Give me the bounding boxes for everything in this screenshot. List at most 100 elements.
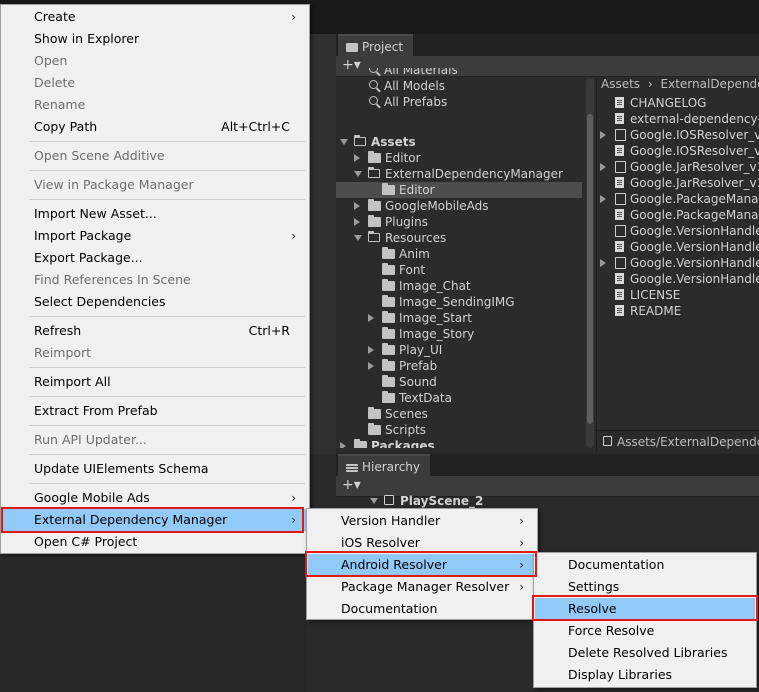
file-list-item[interactable]: Google.PackageManag — [597, 207, 759, 223]
file-list-item[interactable]: Google.PackageManag — [597, 191, 759, 207]
file-list-item[interactable]: Google.IOSResolver_v1 — [597, 143, 759, 159]
main-menu-item-extract-from-prefab[interactable]: Extract From Prefab — [2, 400, 308, 422]
folder-tree-item[interactable]: Anim — [336, 246, 582, 262]
folder-tree-item[interactable]: Image_Story — [336, 326, 582, 342]
android-menu-item-documentation[interactable]: Documentation — [535, 554, 755, 576]
folder-tree-item[interactable]: Font — [336, 262, 582, 278]
file-list-item[interactable]: Google.VersionHandler — [597, 223, 759, 239]
folder-tree-item[interactable]: Image_SendingIMG — [336, 294, 582, 310]
main-menu-item-select-dependencies[interactable]: Select Dependencies — [2, 291, 308, 313]
main-menu-item-create[interactable]: Create › — [2, 6, 308, 28]
folder-tree-item[interactable]: Play_UI — [336, 342, 582, 358]
folder-tree-item[interactable]: Editor — [336, 182, 582, 198]
expand-right-icon[interactable] — [600, 163, 606, 171]
folder-icon — [382, 359, 395, 371]
folder-label: Font — [399, 263, 426, 277]
folder-tree-item[interactable]: Packages — [336, 438, 582, 448]
favorite-item[interactable]: All Models — [336, 78, 586, 94]
file-list-item[interactable]: Google.JarResolver_v1 — [597, 159, 759, 175]
main-menu-item-label: Run API Updater... — [34, 432, 147, 447]
favorite-label: All Prefabs — [384, 95, 448, 109]
folder-label: Anim — [399, 247, 430, 261]
folder-label: Editor — [385, 151, 421, 165]
file-list-item[interactable]: Google.VersionHandler — [597, 239, 759, 255]
project-tab[interactable]: Project — [338, 34, 414, 56]
main-menu-item-refresh[interactable]: Refresh Ctrl+R — [2, 320, 308, 342]
file-list-item[interactable]: Google.IOSResolver_v1 — [597, 127, 759, 143]
folder-tree-item[interactable]: ExternalDependencyManager — [336, 166, 582, 182]
main-menu-item-shortcut: Ctrl+R — [248, 323, 290, 338]
asset-context-menu: Create › Show in Explorer Open Delete Rename C… — [0, 4, 310, 554]
main-menu-item-copy-path[interactable]: Copy Path Alt+Ctrl+C — [2, 116, 308, 138]
main-menu-item-show-in-explorer[interactable]: Show in Explorer — [2, 28, 308, 50]
folder-tree-item[interactable]: Assets — [336, 134, 582, 150]
android-menu-item-delete-resolved-libraries[interactable]: Delete Resolved Libraries — [535, 642, 755, 664]
main-menu-item-import-new-asset[interactable]: Import New Asset... — [2, 203, 308, 225]
edm-menu-item-package-manager-resolver[interactable]: Package Manager Resolver › — [308, 576, 536, 598]
edm-menu-item-android-resolver[interactable]: Android Resolver › — [308, 554, 536, 576]
main-menu-item-update-uielements-schema[interactable]: Update UIElements Schema — [2, 458, 308, 480]
file-list-item[interactable]: LICENSE — [597, 287, 759, 303]
edm-menu-item-ios-resolver[interactable]: iOS Resolver › — [308, 532, 536, 554]
expand-right-icon[interactable] — [354, 202, 360, 210]
file-label: Google.JarResolver_v1 — [630, 176, 759, 190]
folder-tree-item[interactable]: Scenes — [336, 406, 582, 422]
chevron-right-icon: › — [291, 229, 296, 243]
file-list-item[interactable]: external-dependency- — [597, 111, 759, 127]
file-list-item[interactable]: README — [597, 303, 759, 319]
folder-tree-item[interactable]: GoogleMobileAds — [336, 198, 582, 214]
main-menu-separator — [29, 199, 305, 200]
breadcrumb-root[interactable]: Assets — [601, 77, 640, 91]
folder-tree-item[interactable]: Scripts — [336, 422, 582, 438]
hierarchy-plus-button[interactable]: +▾ — [342, 476, 361, 494]
folder-tree-item[interactable]: Editor — [336, 150, 582, 166]
breadcrumb-current[interactable]: ExternalDependen — [661, 77, 759, 91]
android-menu-item-settings[interactable]: Settings — [535, 576, 755, 598]
folder-tree-item[interactable]: Image_Chat — [336, 278, 582, 294]
expand-right-icon[interactable] — [600, 259, 606, 267]
android-menu-item-resolve[interactable]: Resolve — [535, 598, 755, 620]
expand-right-icon[interactable] — [354, 154, 360, 162]
footer-path-bar: Assets/ExternalDependen — [597, 430, 759, 453]
android-menu-item-display-libraries[interactable]: Display Libraries — [535, 664, 755, 686]
folder-tree-item[interactable]: Image_Start — [336, 310, 582, 326]
main-menu-item-label: Reimport — [34, 345, 92, 360]
expand-down-icon[interactable] — [340, 139, 348, 145]
android-menu-item-force-resolve[interactable]: Force Resolve — [535, 620, 755, 642]
android-menu-item-label: Settings — [568, 579, 620, 594]
expand-right-icon[interactable] — [600, 131, 606, 139]
expand-right-icon[interactable] — [354, 218, 360, 226]
main-menu-item-external-dependency-manager[interactable]: External Dependency Manager › — [2, 509, 308, 531]
folder-tree-item[interactable]: Sound — [336, 374, 582, 390]
favorite-item[interactable]: All Materials — [336, 68, 586, 78]
expand-right-icon[interactable] — [340, 442, 346, 448]
edm-menu-item-version-handler[interactable]: Version Handler › — [308, 510, 536, 532]
main-menu-item-export-package[interactable]: Export Package... — [2, 247, 308, 269]
tree-scroll-thumb[interactable] — [587, 114, 593, 424]
file-list-item[interactable]: Google.JarResolver_v1 — [597, 175, 759, 191]
favorite-item[interactable]: All Prefabs — [336, 94, 586, 110]
folder-tree-item[interactable]: TextData — [336, 390, 582, 406]
main-menu-item-label: Select Dependencies — [34, 294, 166, 309]
expand-down-icon[interactable] — [354, 235, 362, 241]
expand-right-icon[interactable] — [600, 195, 606, 203]
file-list-item[interactable]: CHANGELOG — [597, 95, 759, 111]
hierarchy-tab[interactable]: Hierarchy — [338, 454, 431, 476]
main-menu-item-import-package[interactable]: Import Package › — [2, 225, 308, 247]
main-menu-item-google-mobile-ads[interactable]: Google Mobile Ads › — [2, 487, 308, 509]
folder-tree-item[interactable]: Resources — [336, 230, 582, 246]
main-menu-item-reimport-all[interactable]: Reimport All — [2, 371, 308, 393]
main-menu-item-open-c-project[interactable]: Open C# Project — [2, 531, 308, 553]
expand-down-icon[interactable] — [354, 171, 362, 177]
expand-right-icon[interactable] — [368, 314, 374, 322]
file-label: Google.VersionHandler — [630, 256, 759, 270]
file-list-item[interactable]: Google.VersionHandler — [597, 271, 759, 287]
expand-right-icon[interactable] — [368, 346, 374, 354]
android-menu-item-label: Delete Resolved Libraries — [568, 645, 728, 660]
document-icon — [615, 273, 624, 284]
expand-right-icon[interactable] — [368, 362, 374, 370]
folder-tree-item[interactable]: Plugins — [336, 214, 582, 230]
file-list-item[interactable]: Google.VersionHandler — [597, 255, 759, 271]
folder-tree-item[interactable]: Prefab — [336, 358, 582, 374]
edm-menu-item-documentation[interactable]: Documentation — [308, 598, 536, 620]
